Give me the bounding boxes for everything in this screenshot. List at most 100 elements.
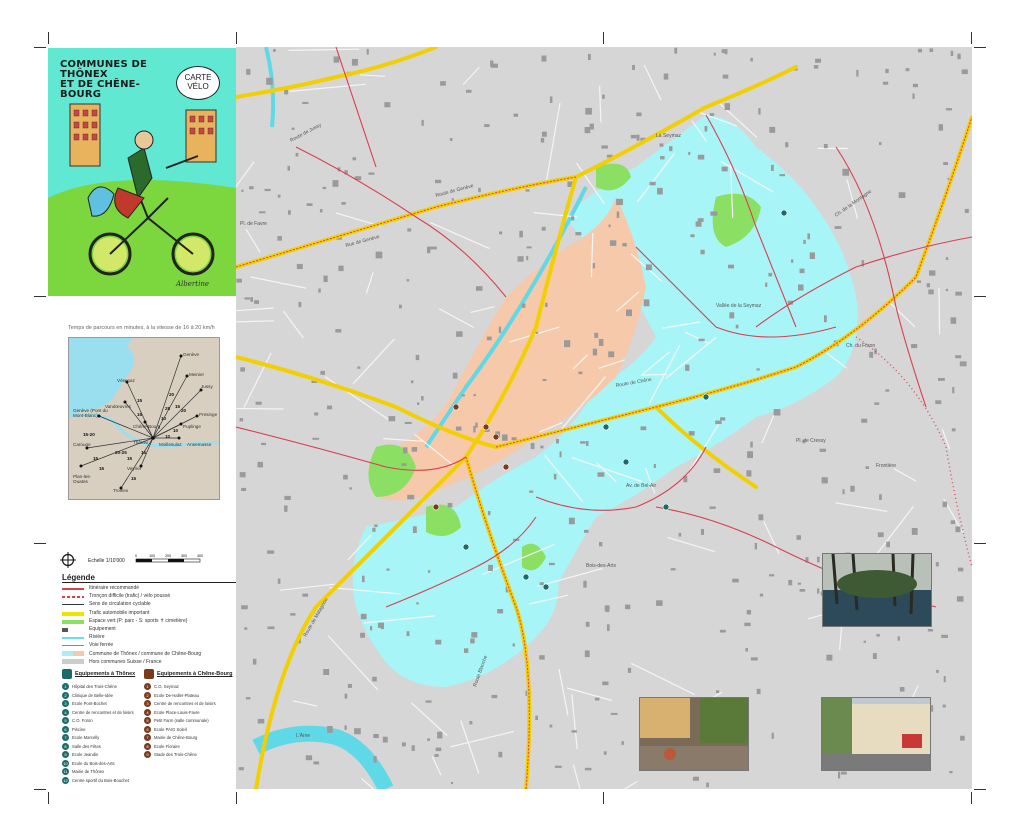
crop-mark — [48, 792, 49, 804]
building — [747, 451, 753, 459]
equipment-label: Ecole Jeandin — [72, 752, 99, 757]
legend-item: Tronçon difficile (trafic) / vélo poussé — [62, 592, 238, 600]
legend-label: Rivière — [89, 634, 105, 641]
building — [406, 279, 410, 282]
building — [850, 485, 855, 492]
building — [709, 113, 715, 116]
scale-tick: 300 — [181, 554, 187, 558]
photo-image — [823, 554, 931, 626]
building — [258, 211, 266, 214]
building — [568, 517, 575, 525]
equipment-marker — [702, 393, 710, 401]
building — [951, 428, 956, 432]
building — [284, 505, 288, 512]
cover-title: COMMUNES DE THÔNEX ET DE CHÊNE-BOURG — [60, 60, 180, 100]
building — [499, 231, 503, 235]
building — [238, 767, 244, 771]
building — [670, 568, 676, 571]
legend-item: Itinéraire recommandé — [62, 584, 238, 592]
building — [949, 771, 953, 774]
building — [809, 252, 815, 259]
building — [823, 144, 828, 149]
equipment-marker — [432, 503, 440, 511]
building — [291, 127, 295, 130]
equipment-number-icon: 2 — [62, 691, 69, 699]
inset-minutes: 20-25 — [115, 450, 127, 455]
building — [284, 495, 291, 500]
building — [398, 304, 402, 309]
building — [821, 477, 828, 484]
building — [688, 151, 691, 155]
building — [435, 747, 442, 752]
building — [765, 282, 768, 287]
building — [257, 718, 265, 724]
building — [807, 233, 810, 240]
equipment-label: Ecole PAIG Soleil — [154, 726, 187, 732]
building — [564, 340, 571, 348]
inset-minutes: 15-20 — [83, 432, 95, 437]
building — [434, 754, 439, 757]
equipment-label: C.O. Seymaz — [154, 684, 179, 689]
building — [277, 194, 281, 198]
building — [769, 574, 775, 577]
building — [636, 112, 642, 117]
legend-item: Hors communes Suisse / France — [62, 658, 238, 666]
building — [603, 751, 607, 755]
building — [252, 658, 257, 665]
building — [750, 657, 758, 661]
inset-minutes: 15 — [137, 398, 143, 403]
equipment-label: Ecole Place-Louis-Favre — [154, 709, 200, 715]
building — [791, 259, 794, 263]
building — [273, 49, 276, 52]
building — [911, 344, 918, 349]
building — [529, 490, 534, 493]
building — [464, 648, 469, 653]
equipment-label: Ecole Marcelly — [72, 735, 100, 740]
building — [455, 426, 462, 431]
crop-mark — [34, 789, 46, 790]
building — [341, 202, 346, 205]
building — [401, 463, 407, 466]
building — [750, 57, 753, 62]
legend-item: Commune de Thônex / commune de Chêne-Bou… — [62, 650, 238, 658]
equipment-marker — [542, 583, 550, 591]
inset-place: Moillesulaz — [159, 442, 182, 447]
crop-mark — [974, 47, 986, 48]
legend-item: Sens de circulation cyclable — [62, 600, 238, 608]
building — [709, 506, 716, 509]
equipment-item: 8 Ecole Floraire — [144, 742, 226, 751]
equipment-number-icon: 5 — [144, 717, 151, 724]
building — [352, 157, 357, 161]
building — [622, 243, 627, 247]
building — [287, 165, 290, 171]
equipment-item: 10 Ecole du Bois-des-Arts — [62, 759, 144, 768]
equipment-item: 1 C.O. Seymaz — [144, 683, 226, 691]
chene-equipment-title: Equipements à Chêne-Bourg — [157, 671, 233, 677]
building — [722, 74, 729, 79]
inset-place: Presinge — [199, 412, 218, 417]
inset-place: Thônex — [133, 440, 149, 445]
building — [584, 767, 592, 771]
building — [449, 138, 453, 141]
building — [521, 303, 526, 308]
legend-symbol — [62, 637, 84, 640]
equipment-label: Ecole du Bois-des-Arts — [72, 760, 115, 766]
equipment-number-icon: 6 — [144, 725, 151, 733]
equipment-item: 6 Ecole PAIG Soleil — [144, 725, 226, 734]
crop-mark — [603, 32, 604, 44]
building — [732, 578, 739, 583]
building — [715, 420, 722, 425]
building — [585, 621, 590, 627]
building — [938, 124, 943, 131]
building — [744, 622, 751, 627]
equipment-item: 7 Mairie de Chêne-Bourg — [144, 734, 226, 742]
building — [899, 687, 905, 692]
building — [357, 366, 361, 369]
building — [312, 437, 320, 440]
crop-mark — [974, 296, 986, 297]
legend-item: Espace vert (P: parc - S: sports ✝ cimet… — [62, 617, 238, 625]
building — [264, 188, 271, 192]
building — [452, 372, 458, 379]
building — [750, 441, 753, 448]
building — [728, 264, 734, 269]
